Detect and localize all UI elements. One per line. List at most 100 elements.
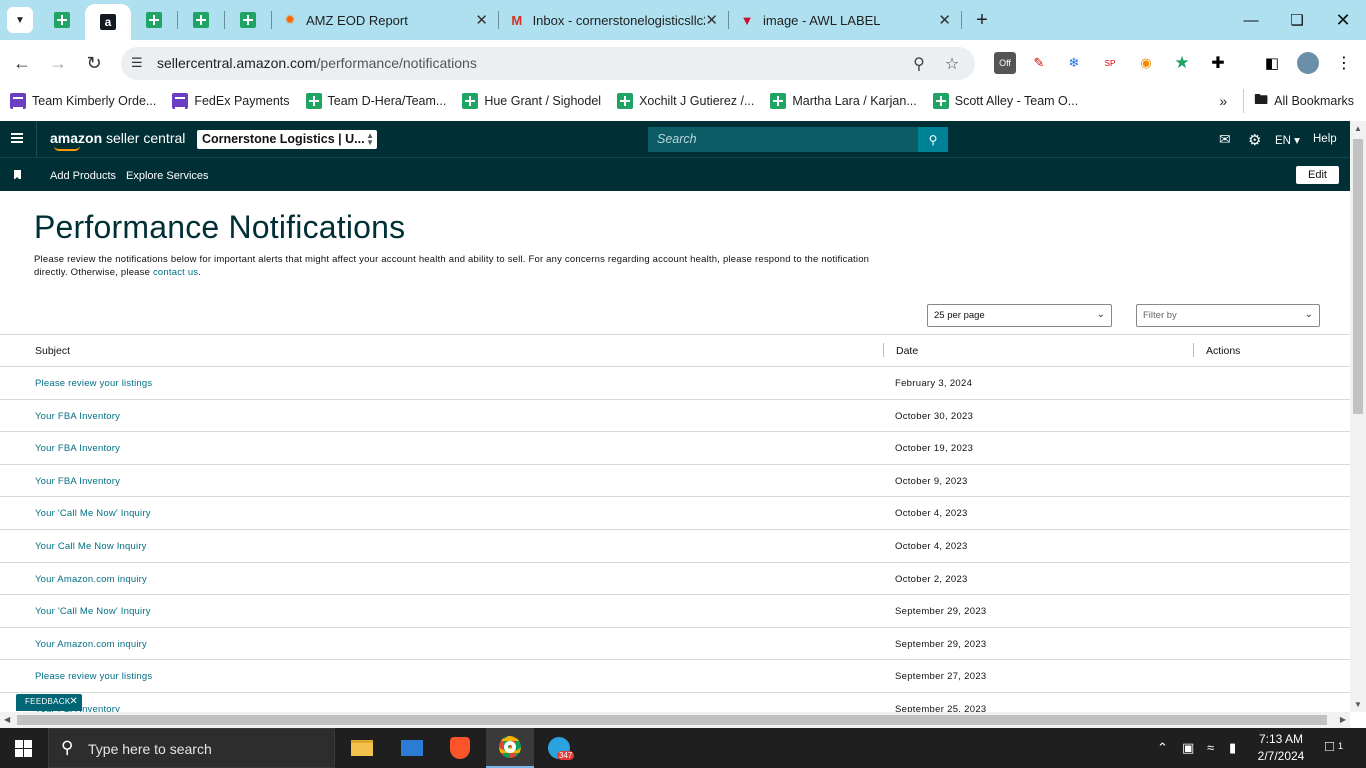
scroll-down-icon[interactable]: ▼ [1354,700,1362,709]
bookmark-item[interactable]: Scott Alley - Team O... [932,93,1078,109]
notification-subject-link[interactable]: Your Amazon.com inquiry [35,639,147,650]
close-tab-icon[interactable]: ✕ [475,11,488,29]
close-tab-icon[interactable]: ✕ [938,11,951,29]
mail-app-icon[interactable] [388,728,436,768]
minimize-icon[interactable]: — [1228,0,1274,40]
scrollbar-thumb[interactable] [1353,139,1363,414]
profile-avatar[interactable] [1297,52,1319,74]
close-icon[interactable]: ✕ [69,696,78,707]
pinned-tab-sheets-2[interactable] [131,0,177,40]
tab-search-dropdown-icon[interactable]: ▼ [7,7,33,33]
battery-icon[interactable]: ▮ [1229,740,1236,756]
tab-amz-eod-report[interactable]: ✹ AMZ EOD Report ✕ [272,0,498,40]
vertical-scrollbar[interactable]: ▲ ▼ [1350,121,1366,712]
notification-date: October 19, 2023 [895,443,974,455]
notification-subject-link[interactable]: Your FBA Inventory [35,411,120,422]
awl-icon: ▼ [740,12,754,28]
pinned-tab-sheets-1[interactable] [39,0,85,40]
bookmark-item[interactable]: Team D-Hera/Team... [305,93,446,109]
meet-now-icon[interactable]: ▣ [1182,740,1194,756]
account-switcher[interactable]: Cornerstone Logistics | U... ▲ ▼ [197,130,377,149]
network-icon[interactable]: ≈ [1207,740,1214,755]
close-tab-icon[interactable]: ✕ [705,11,718,29]
scroll-left-icon[interactable]: ◀ [4,715,10,724]
extension-icon[interactable]: ✎ [1028,52,1050,74]
scroll-right-icon[interactable]: ▶ [1340,715,1346,724]
tab-awl-label[interactable]: ▼ image - AWL LABEL ✕ [729,0,961,40]
table-row: Your Amazon.com inquiry September 29, 202… [0,628,1350,661]
bookmark-item[interactable]: Hue Grant / Sighodel [462,93,601,109]
zoom-icon[interactable]: ⚲ [908,53,930,75]
tab-gmail-inbox[interactable]: M Inbox - cornerstonelogisticsllc2 ✕ [499,0,728,40]
brave-browser-icon[interactable] [436,728,484,768]
bookmark-star-icon[interactable]: ☆ [941,53,963,75]
notification-subject-link[interactable]: Your 'Call Me Now' Inquiry [35,508,151,519]
extension-icon[interactable]: SP [1099,52,1121,74]
more-bookmarks-icon[interactable]: » [1219,93,1227,109]
bookmark-item[interactable]: Martha Lara / Karjan... [770,93,917,109]
file-explorer-icon[interactable] [338,728,386,768]
chevron-down-icon: ⌄ [1096,309,1105,320]
bookmark-item[interactable]: Team Kimberly Orde... [10,93,156,109]
contact-us-link[interactable]: contact us [153,267,198,278]
filter-select[interactable]: Filter by ⌄ [1136,304,1320,327]
extension-off-icon[interactable]: Off [994,52,1016,74]
bookmarks-bar: Team Kimberly Orde... FedEx Payments Tea… [0,86,1366,116]
language-selector[interactable]: EN ▾ [1275,133,1300,147]
column-date[interactable]: Date [896,345,918,357]
restore-icon[interactable]: ❏ [1274,0,1320,40]
notification-subject-link[interactable]: Please review your listings [35,671,152,682]
nav-explore-services[interactable]: Explore Services [126,170,209,182]
extension-icon[interactable]: ❄ [1063,52,1085,74]
taskbar-search-input[interactable]: ⚲ Type here to search [48,728,335,768]
notification-subject-link[interactable]: Your FBA Inventory [35,443,120,454]
feedback-button[interactable]: FEEDBACK ✕ [16,694,82,711]
back-icon[interactable]: ← [9,50,35,76]
gear-icon[interactable]: ⚙ [1248,131,1261,149]
notifications-icon[interactable]: □ [1325,738,1334,755]
reload-icon[interactable]: ↻ [81,50,107,76]
chevron-updown-icon: ▲ ▼ [366,131,374,147]
extension-star-icon[interactable]: ★ [1171,52,1193,74]
address-bar[interactable]: ☰ sellercentral.amazon.com/performance/n… [121,47,975,80]
close-window-icon[interactable]: ✕ [1320,0,1366,40]
bookmark-item[interactable]: FedEx Payments [172,93,290,109]
forward-icon[interactable]: → [45,50,71,76]
telegram-icon[interactable]: 347 [535,728,583,768]
seller-central-logo[interactable]: amazon seller central [50,130,185,151]
side-panel-icon[interactable]: ◧ [1261,52,1283,74]
notification-subject-link[interactable]: Your 'Call Me Now' Inquiry [35,606,151,617]
hamburger-menu-icon[interactable] [11,133,23,143]
edit-button[interactable]: Edit [1296,166,1339,184]
system-clock[interactable]: 7:13 AM 2/7/2024 [1250,731,1312,765]
mail-icon[interactable]: ✉ [1219,131,1231,148]
site-info-icon[interactable]: ☰ [131,55,147,71]
nav-add-products[interactable]: Add Products [50,170,116,182]
scroll-up-icon[interactable]: ▲ [1354,124,1362,133]
search-input[interactable]: Search [648,127,919,152]
windows-start-icon[interactable] [15,740,32,757]
notification-subject-link[interactable]: Your FBA Inventory [35,476,120,487]
menu-kebab-icon[interactable]: ⋮ [1333,52,1355,74]
notification-subject-link[interactable]: Please review your listings [35,378,152,389]
search-icon[interactable]: ⚲ [918,127,948,152]
new-tab-icon[interactable]: + [968,9,996,32]
pinned-tab-sheets-4[interactable] [225,0,271,40]
extensions-puzzle-icon[interactable]: ✚ [1207,52,1229,74]
pinned-tab-sheets-3[interactable] [178,0,224,40]
show-hidden-icons-icon[interactable]: ⌃ [1157,740,1168,756]
notification-subject-link[interactable]: Your Amazon.com inquiry [35,574,147,585]
bookmark-icon[interactable] [14,170,21,180]
sheets-icon [193,12,209,28]
extension-icon[interactable]: ◉ [1135,52,1157,74]
all-bookmarks-button[interactable]: 🖿 All Bookmarks [1243,89,1354,113]
per-page-select[interactable]: 25 per page ⌄ [927,304,1112,327]
bookmark-item[interactable]: Xochilt J Gutierez /... [617,93,754,109]
pinned-tab-amazon[interactable]: a [85,4,131,40]
help-link[interactable]: Help [1313,133,1337,145]
scrollbar-thumb[interactable] [17,715,1327,725]
horizontal-scrollbar[interactable]: ◀ ▶ [0,712,1350,728]
chrome-icon[interactable] [486,728,534,768]
notification-subject-link[interactable]: Your Call Me Now Inquiry [35,541,147,552]
column-subject[interactable]: Subject [35,345,70,357]
